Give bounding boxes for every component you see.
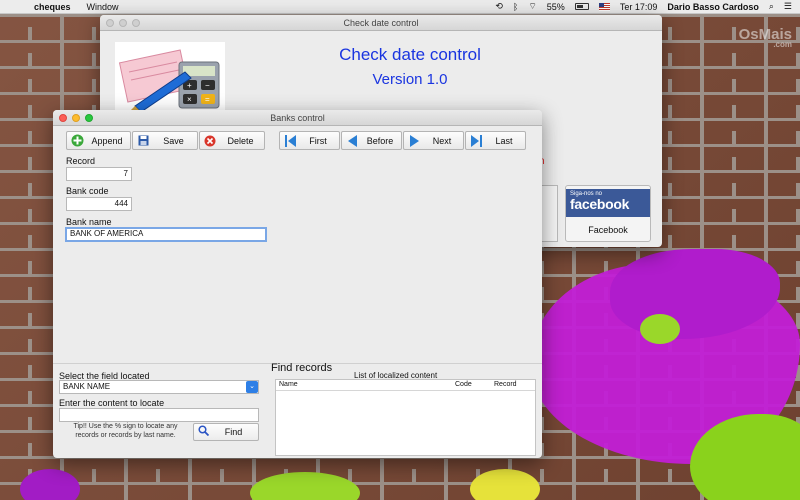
svg-text:×: × [187, 95, 192, 104]
banks-window-titlebar[interactable]: Banks control [53, 110, 542, 126]
app-menu[interactable]: cheques [34, 2, 71, 12]
main-window-titlebar[interactable]: Check date control [100, 15, 662, 31]
battery-icon[interactable] [574, 3, 589, 10]
close-button[interactable] [59, 114, 67, 122]
spotlight-icon[interactable]: ⌕ [769, 1, 774, 12]
search-field-select[interactable]: BANK NAME ⌄ [59, 380, 259, 394]
close-button[interactable] [106, 19, 114, 27]
facebook-logo-text: facebook [570, 196, 630, 212]
last-record-icon [469, 134, 483, 148]
paint-splash-green [640, 314, 680, 344]
append-button[interactable]: Append [66, 131, 131, 150]
battery-percent[interactable]: 55% [547, 2, 565, 12]
minimize-button[interactable] [72, 114, 80, 122]
find-records-heading: Find records [271, 362, 333, 374]
before-label: Before [366, 135, 394, 146]
record-label: Record [66, 156, 96, 166]
first-record-icon [283, 134, 297, 148]
column-header-record[interactable]: Record [494, 381, 517, 388]
bank-code-label: Bank code [66, 186, 109, 196]
append-label: Append [91, 135, 123, 146]
banks-window-title: Banks control [270, 113, 325, 123]
column-header-code[interactable]: Code [455, 381, 472, 388]
banks-control-window: Banks control Append Save Delete First B… [53, 110, 542, 458]
first-label: First [309, 135, 327, 146]
search-icon [198, 425, 210, 439]
facebook-button[interactable]: Siga-nos no facebook Facebook [565, 185, 651, 242]
partially-hidden-button[interactable] [540, 185, 558, 242]
delete-icon [203, 134, 217, 148]
save-label: Save [163, 135, 184, 146]
zoom-button[interactable] [85, 114, 93, 122]
results-table-header: Name Code Record [276, 380, 535, 391]
chevron-down-icon: ⌄ [246, 381, 258, 393]
wallpaper-brand: OsMais .com [739, 26, 792, 49]
add-icon [70, 134, 84, 148]
svg-text:=: = [205, 95, 210, 104]
menu-window[interactable]: Window [87, 2, 119, 12]
next-button[interactable]: Next [403, 131, 464, 150]
time-machine-icon[interactable]: ⟲ [495, 1, 503, 12]
column-header-name[interactable]: Name [279, 381, 298, 388]
status-area: ⟲ ᛒ ⌔ 55% Ter 17:09 Dario Basso Cardoso … [495, 1, 800, 12]
user-name[interactable]: Dario Basso Cardoso [667, 2, 759, 12]
find-label: Find [224, 427, 243, 437]
first-button[interactable]: First [279, 131, 340, 150]
facebook-logo-icon: Siga-nos no facebook [566, 189, 650, 217]
previous-record-icon [345, 134, 359, 148]
facebook-button-label: Facebook [588, 225, 628, 235]
save-button[interactable]: Save [132, 131, 198, 150]
bank-name-field[interactable]: BANK OF AMERICA [65, 227, 267, 242]
search-content-input[interactable] [59, 408, 259, 422]
last-button[interactable]: Last [465, 131, 526, 150]
delete-label: Delete [227, 135, 254, 146]
next-record-icon [407, 134, 421, 148]
results-table[interactable]: Name Code Record [275, 379, 536, 456]
cheque-pen-calculator-icon: + − × = [118, 49, 220, 113]
wifi-icon[interactable]: ⌔ [528, 1, 536, 12]
brick-row [0, 469, 800, 482]
bank-name-label: Bank name [66, 217, 112, 227]
svg-text:−: − [205, 81, 210, 90]
notification-center-icon[interactable]: ☰ [784, 1, 792, 12]
record-field[interactable]: 7 [66, 167, 132, 181]
last-label: Last [495, 135, 513, 146]
search-field-value: BANK NAME [63, 382, 111, 391]
main-window-title: Check date control [343, 18, 419, 28]
zoom-button[interactable] [132, 19, 140, 27]
main-heading: Check date control [339, 45, 481, 64]
bank-code-field[interactable]: 444 [66, 197, 132, 211]
next-label: Next [432, 135, 452, 146]
bluetooth-icon[interactable]: ᛒ [513, 2, 518, 12]
menu-bar: cheques Window ⟲ ᛒ ⌔ 55% Ter 17:09 Dario… [0, 0, 800, 14]
delete-button[interactable]: Delete [199, 131, 265, 150]
window-controls [106, 19, 140, 27]
search-tip: Tip!! Use the % sign to locate any recor… [73, 423, 178, 439]
before-button[interactable]: Before [341, 131, 402, 150]
svg-text:+: + [187, 81, 192, 90]
find-button[interactable]: Find [193, 423, 259, 441]
content-label: Enter the content to locate [59, 398, 165, 408]
floppy-disk-icon [136, 134, 150, 148]
input-source-flag-icon[interactable] [598, 2, 610, 11]
minimize-button[interactable] [119, 19, 127, 27]
app-logo: + − × = [115, 42, 225, 113]
version-label: Version 1.0 [372, 71, 448, 88]
window-controls [59, 114, 93, 122]
menu-clock[interactable]: Ter 17:09 [620, 2, 658, 12]
